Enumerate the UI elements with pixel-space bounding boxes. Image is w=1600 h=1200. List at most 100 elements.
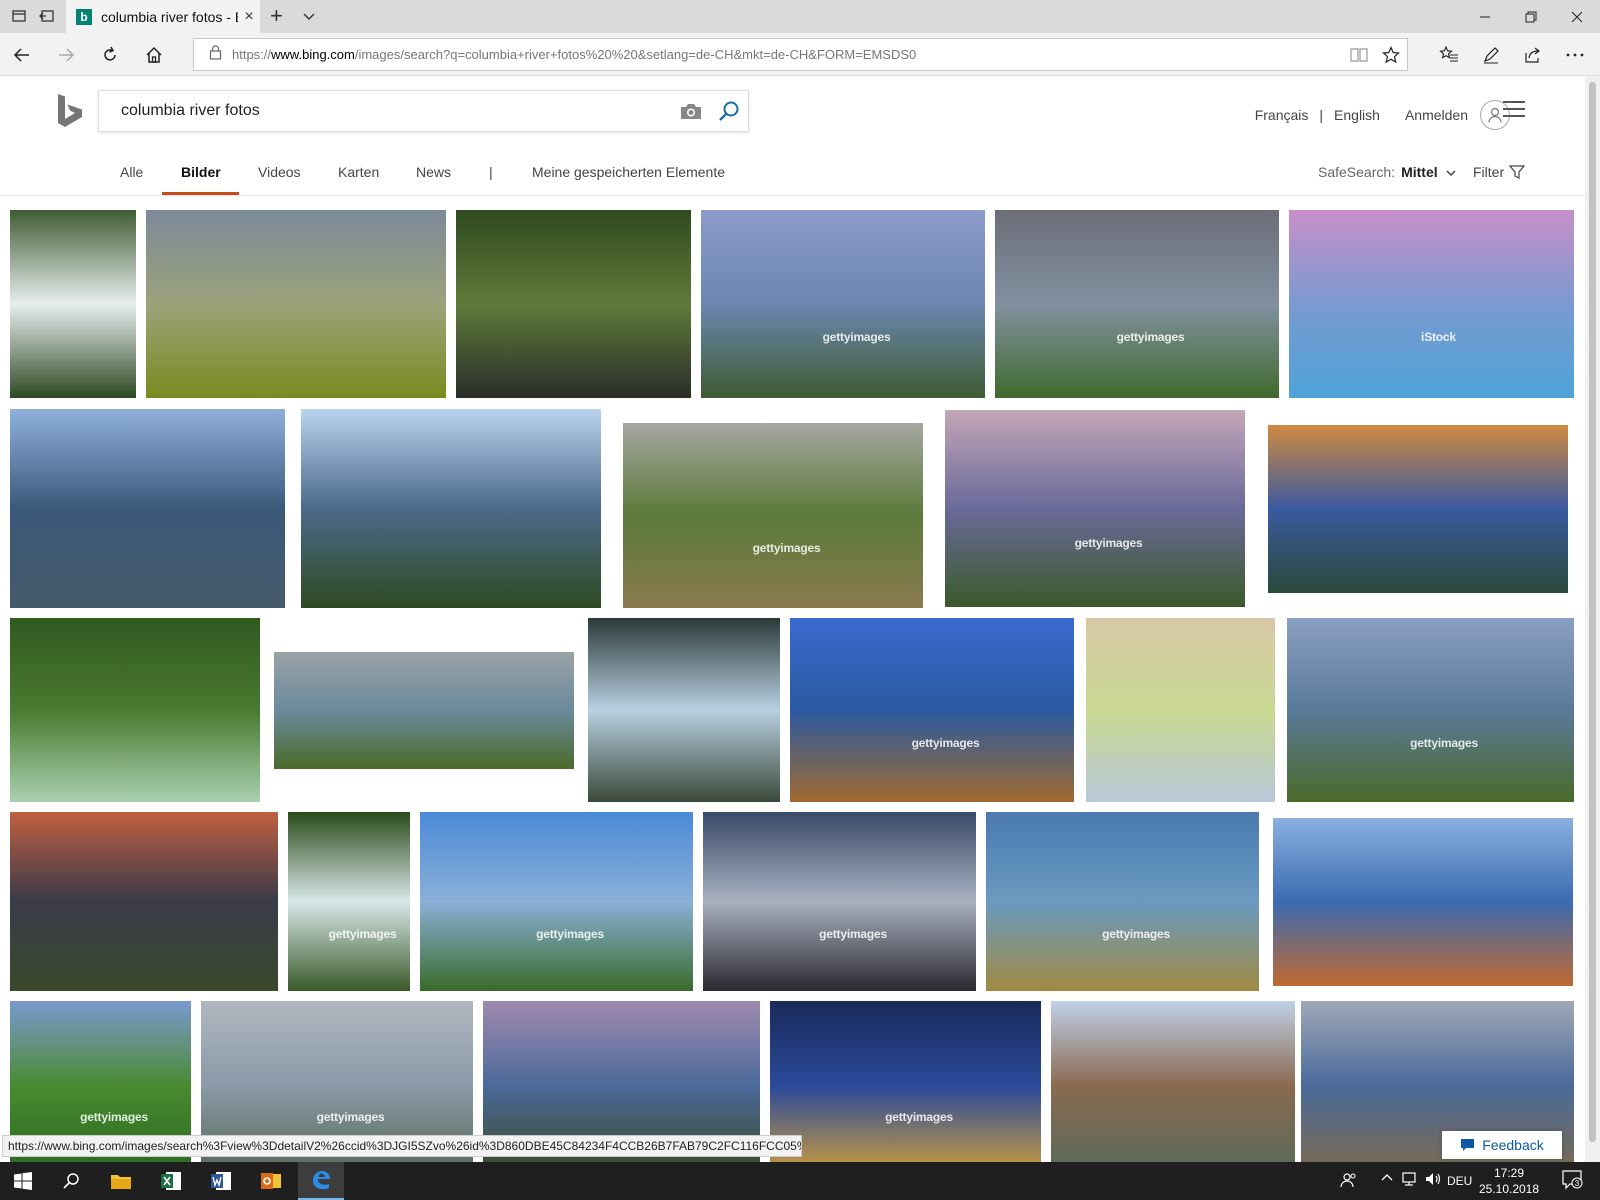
feedback-button[interactable]: Feedback: [1442, 1131, 1562, 1159]
image-result[interactable]: [1273, 818, 1573, 986]
scope-separator: |: [489, 164, 493, 180]
filter-button[interactable]: Filter: [1473, 164, 1526, 180]
back-button[interactable]: [8, 41, 36, 69]
clock[interactable]: 17:29 25.10.2018: [1473, 1165, 1545, 1197]
language-separator: |: [1319, 107, 1324, 123]
image-result[interactable]: [456, 210, 691, 398]
new-tab-button[interactable]: +: [270, 4, 283, 28]
reading-view-icon[interactable]: [1343, 47, 1375, 63]
network-icon[interactable]: [1402, 1172, 1420, 1189]
watermark-text: gettyimages: [328, 926, 397, 941]
watermark-text: gettyimages: [80, 1109, 148, 1124]
web-note-pen-icon[interactable]: [1476, 41, 1506, 69]
image-results-grid: gettyimages gettyimages iStock gettyimag…: [0, 200, 1585, 1162]
active-tab[interactable]: b columbia river fotos - B ×: [66, 0, 260, 33]
favorites-hub-icon[interactable]: [1434, 41, 1464, 69]
tab-saved-items[interactable]: Meine gespeicherten Elemente: [532, 164, 725, 180]
watermark-text: gettyimages: [1074, 536, 1143, 551]
image-result[interactable]: [10, 210, 136, 398]
image-result[interactable]: [10, 618, 260, 802]
outlook-icon[interactable]: [248, 1162, 294, 1200]
close-window-button[interactable]: [1554, 0, 1600, 33]
camera-search-icon[interactable]: [672, 92, 710, 130]
windows-taskbar: DEU 17:29 25.10.2018 3: [0, 1162, 1600, 1200]
sign-in-link[interactable]: Anmelden: [1405, 107, 1468, 123]
image-result[interactable]: gettyimages: [703, 812, 976, 991]
edge-browser-icon[interactable]: [298, 1162, 344, 1200]
url-text: https://www.bing.com/images/search?q=col…: [232, 47, 917, 62]
image-result[interactable]: [146, 210, 446, 398]
image-result[interactable]: [1268, 425, 1568, 593]
file-explorer-icon[interactable]: [98, 1162, 144, 1200]
excel-icon[interactable]: [148, 1162, 194, 1200]
image-result[interactable]: [10, 409, 285, 608]
safesearch-dropdown[interactable]: SafeSearch: Mittel: [1318, 164, 1456, 180]
volume-icon[interactable]: [1425, 1172, 1443, 1189]
start-button[interactable]: [0, 1162, 46, 1200]
image-result[interactable]: gettyimages: [770, 1001, 1041, 1162]
image-result[interactable]: gettyimages: [420, 812, 693, 991]
lock-icon[interactable]: [209, 44, 222, 65]
image-result[interactable]: [301, 409, 601, 608]
image-result[interactable]: gettyimages: [790, 618, 1074, 802]
share-icon[interactable]: [1518, 41, 1548, 69]
filter-label: Filter: [1473, 164, 1505, 180]
tab-videos[interactable]: Videos: [258, 164, 301, 180]
safesearch-label: SafeSearch:: [1318, 164, 1396, 180]
image-result[interactable]: gettyimages: [623, 423, 923, 608]
input-language[interactable]: DEU: [1447, 1174, 1472, 1188]
search-input[interactable]: [99, 92, 672, 130]
bing-favicon-icon: b: [76, 8, 92, 25]
more-options-icon[interactable]: [1560, 41, 1590, 69]
search-taskbar-icon[interactable]: [48, 1162, 94, 1200]
tray-chevron-up-icon[interactable]: [1381, 1172, 1393, 1187]
refresh-button[interactable]: [96, 41, 124, 69]
tab-news[interactable]: News: [416, 164, 451, 180]
tabs-aside-icon[interactable]: [10, 7, 28, 25]
word-icon[interactable]: [198, 1162, 244, 1200]
watermark-text: gettyimages: [911, 735, 980, 750]
image-result[interactable]: gettyimages: [1287, 618, 1574, 802]
people-icon[interactable]: [1340, 1172, 1358, 1191]
image-result[interactable]: iStock: [1289, 210, 1574, 398]
scope-bar: Alle Bilder Videos Karten News | Meine g…: [0, 150, 1585, 196]
image-result[interactable]: gettyimages: [986, 812, 1259, 991]
notifications-icon[interactable]: 3: [1562, 1170, 1584, 1193]
home-button[interactable]: [140, 41, 168, 69]
favorite-star-icon[interactable]: [1375, 45, 1407, 64]
watermark-text: gettyimages: [316, 1109, 385, 1124]
address-bar[interactable]: https://www.bing.com/images/search?q=col…: [193, 38, 1408, 71]
search-icon[interactable]: [710, 92, 748, 130]
search-box[interactable]: [98, 90, 749, 132]
tab-images[interactable]: Bilder: [181, 164, 221, 180]
image-result[interactable]: gettyimages: [945, 410, 1245, 607]
image-result[interactable]: [274, 652, 574, 769]
tab-all[interactable]: Alle: [120, 164, 143, 180]
image-result[interactable]: gettyimages: [995, 210, 1279, 398]
tab-preview-chevron-icon[interactable]: [300, 7, 318, 25]
language-french-link[interactable]: Français: [1255, 107, 1309, 123]
tab-maps[interactable]: Karten: [338, 164, 379, 180]
language-english-link[interactable]: English: [1334, 107, 1380, 123]
watermark-text: gettyimages: [536, 926, 604, 941]
image-result[interactable]: [1086, 618, 1275, 802]
feedback-bubble-icon: [1461, 1139, 1475, 1151]
image-result[interactable]: [10, 812, 278, 991]
safesearch-value: Mittel: [1401, 164, 1438, 180]
menu-hamburger-icon[interactable]: [1503, 101, 1525, 119]
tab-title: columbia river fotos - B: [101, 8, 238, 25]
restore-button[interactable]: [1508, 0, 1554, 33]
image-result[interactable]: gettyimages: [288, 812, 410, 991]
set-tabs-aside-icon[interactable]: [38, 7, 56, 25]
image-result[interactable]: [1051, 1001, 1295, 1162]
filter-funnel-icon: [1509, 165, 1526, 179]
tab-close-icon[interactable]: ×: [238, 8, 260, 26]
minimize-button[interactable]: [1462, 0, 1508, 33]
image-result[interactable]: [588, 618, 780, 802]
feedback-label: Feedback: [1482, 1137, 1544, 1153]
vertical-scrollbar[interactable]: [1585, 76, 1600, 1162]
watermark-text: gettyimages: [819, 926, 887, 941]
image-result[interactable]: gettyimages: [701, 210, 985, 398]
forward-button[interactable]: [52, 41, 80, 69]
bing-logo-icon[interactable]: [56, 92, 84, 135]
